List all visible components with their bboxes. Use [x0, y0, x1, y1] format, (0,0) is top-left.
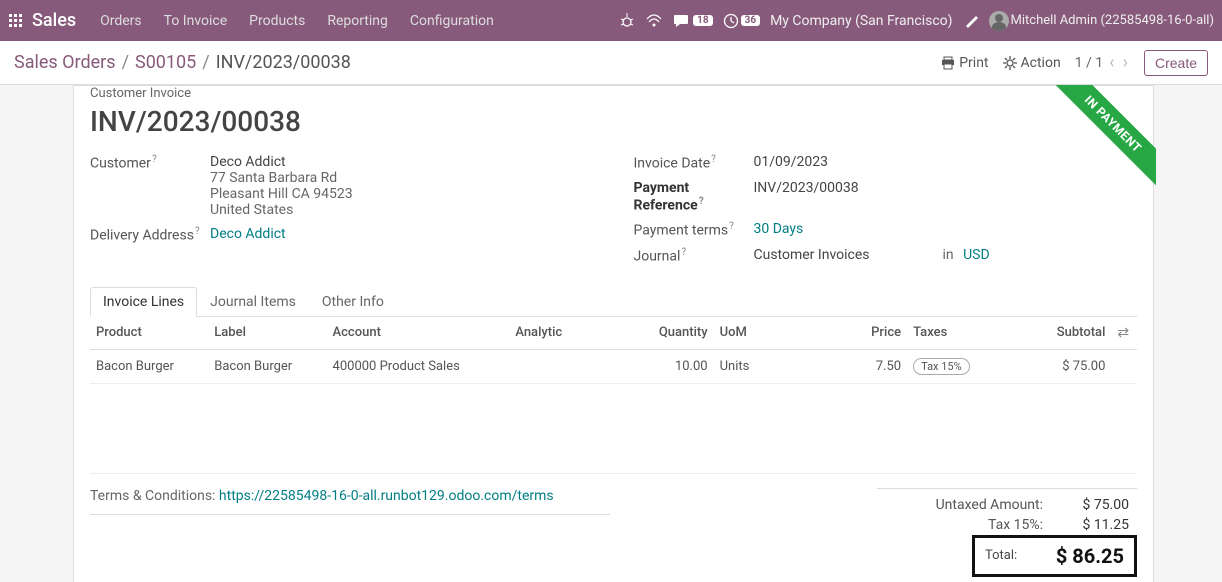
address-line-1: 77 Santa Barbara Rd: [210, 170, 594, 186]
menu-configuration[interactable]: Configuration: [402, 7, 502, 35]
menu-orders[interactable]: Orders: [92, 7, 150, 35]
address-line-2: Pleasant Hill CA 94523: [210, 186, 594, 202]
customer-label: Customer?: [90, 154, 210, 218]
invoice-lines-table: Product Label Account Analytic Quantity …: [90, 317, 1137, 384]
cell-quantity: 10.00: [638, 349, 713, 383]
menu-reporting[interactable]: Reporting: [319, 7, 396, 35]
address-line-3: United States: [210, 202, 594, 218]
user-name: Mitchell Admin (22585498-16-0-all): [1011, 13, 1214, 28]
journal-value: Customer Invoices in USD: [754, 247, 1138, 265]
activities-badge: 36: [741, 15, 760, 26]
untaxed-value: $ 75.00: [1059, 497, 1129, 513]
breadcrumb-root[interactable]: Sales Orders: [14, 52, 116, 73]
total-value: $ 86.25: [1056, 544, 1124, 568]
breadcrumb: Sales Orders / S00105 / INV/2023/00038: [14, 52, 351, 73]
table-filler: [90, 384, 1137, 474]
invoice-date-value: 01/09/2023: [754, 154, 1138, 172]
optional-fields-icon[interactable]: ⇄: [1117, 325, 1129, 341]
create-button[interactable]: Create: [1144, 50, 1208, 76]
systray: 18 36 My Company (San Francisco) Mitchel…: [619, 11, 1214, 31]
cell-price: 7.50: [778, 349, 907, 383]
form-scroll[interactable]: IN PAYMENT Customer Invoice INV/2023/000…: [0, 85, 1222, 582]
totals-block: Untaxed Amount: $ 75.00 Tax 15%: $ 11.25…: [877, 488, 1137, 577]
topbar: Sales Orders To Invoice Products Reporti…: [0, 0, 1222, 41]
tab-other-info[interactable]: Other Info: [309, 287, 397, 316]
record-type-label: Customer Invoice: [90, 86, 1137, 101]
col-price: Price: [778, 317, 907, 350]
tax-tag: Tax 15%: [913, 358, 970, 375]
notebook-tabs: Invoice Lines Journal Items Other Info: [90, 287, 1137, 317]
topbar-menu: Orders To Invoice Products Reporting Con…: [92, 7, 502, 35]
col-toggle[interactable]: ⇄: [1111, 317, 1137, 350]
user-menu[interactable]: Mitchell Admin (22585498-16-0-all): [989, 11, 1214, 31]
cell-taxes: Tax 15%: [907, 349, 993, 383]
terms-label: Terms & Conditions:: [90, 488, 219, 504]
activities-icon[interactable]: 36: [723, 13, 760, 29]
messages-badge: 18: [693, 15, 712, 26]
company-switcher[interactable]: My Company (San Francisco): [770, 13, 952, 29]
gear-icon: [1003, 56, 1017, 70]
cell-uom: Units: [714, 349, 779, 383]
col-product: Product: [90, 317, 208, 350]
cell-account: 400000 Product Sales: [327, 349, 510, 383]
col-label: Label: [208, 317, 326, 350]
breadcrumb-current: INV/2023/00038: [216, 52, 351, 73]
breadcrumb-parent[interactable]: S00105: [135, 52, 196, 73]
menu-products[interactable]: Products: [241, 7, 313, 35]
payment-terms-label: Payment terms?: [634, 221, 754, 239]
table-row[interactable]: Bacon Burger Bacon Burger 400000 Product…: [90, 349, 1137, 383]
payment-terms-link[interactable]: 30 Days: [754, 221, 1138, 239]
total-final: Total: $ 86.25: [972, 535, 1137, 577]
apps-icon[interactable]: [8, 13, 24, 29]
invoice-date-label: Invoice Date?: [634, 154, 754, 172]
col-analytic: Analytic: [509, 317, 638, 350]
control-panel: Sales Orders / S00105 / INV/2023/00038 P…: [0, 41, 1222, 85]
pager-text: 1 / 1: [1075, 55, 1103, 71]
col-subtotal: Subtotal: [993, 317, 1111, 350]
col-account: Account: [327, 317, 510, 350]
cell-label: Bacon Burger: [208, 349, 326, 383]
table-header-row: Product Label Account Analytic Quantity …: [90, 317, 1137, 350]
terms-link[interactable]: https://22585498-16-0-all.runbot129.odoo…: [219, 488, 554, 504]
cell-subtotal: $ 75.00: [993, 349, 1111, 383]
col-taxes: Taxes: [907, 317, 993, 350]
print-icon: [941, 56, 955, 70]
pager-next[interactable]: ›: [1121, 52, 1130, 73]
terms-block: Terms & Conditions: https://22585498-16-…: [90, 488, 877, 515]
total-label: Total:: [985, 548, 1017, 563]
tax-value: $ 11.25: [1059, 517, 1129, 533]
tax-label: Tax 15%:: [885, 517, 1043, 533]
payment-reference-value: INV/2023/00038: [754, 180, 1138, 214]
messages-icon[interactable]: 18: [673, 13, 712, 29]
tab-invoice-lines[interactable]: Invoice Lines: [90, 287, 197, 317]
journal-label: Journal?: [634, 247, 754, 265]
menu-to-invoice[interactable]: To Invoice: [156, 7, 236, 35]
tab-journal-items[interactable]: Journal Items: [197, 287, 309, 316]
wifi-icon[interactable]: [645, 13, 663, 29]
record-name: INV/2023/00038: [90, 105, 1137, 138]
cell-analytic: [509, 349, 638, 383]
print-button[interactable]: Print: [941, 55, 988, 71]
pager-prev[interactable]: ‹: [1107, 52, 1116, 73]
form-sheet: IN PAYMENT Customer Invoice INV/2023/000…: [73, 85, 1154, 582]
untaxed-label: Untaxed Amount:: [885, 497, 1043, 513]
currency-link[interactable]: USD: [963, 247, 990, 263]
avatar: [989, 11, 1009, 31]
customer-link[interactable]: Deco Addict: [210, 154, 286, 170]
tools-icon[interactable]: [963, 13, 979, 29]
delivery-address-link[interactable]: Deco Addict: [210, 226, 594, 244]
cell-product: Bacon Burger: [90, 349, 208, 383]
debug-icon[interactable]: [619, 13, 635, 29]
brand-link[interactable]: Sales: [32, 10, 76, 31]
delivery-address-label: Delivery Address?: [90, 226, 210, 244]
action-button[interactable]: Action: [1003, 55, 1061, 71]
pager: 1 / 1 ‹ ›: [1075, 52, 1130, 73]
col-quantity: Quantity: [638, 317, 713, 350]
payment-reference-label: Payment Reference?: [634, 180, 754, 214]
col-uom: UoM: [714, 317, 779, 350]
